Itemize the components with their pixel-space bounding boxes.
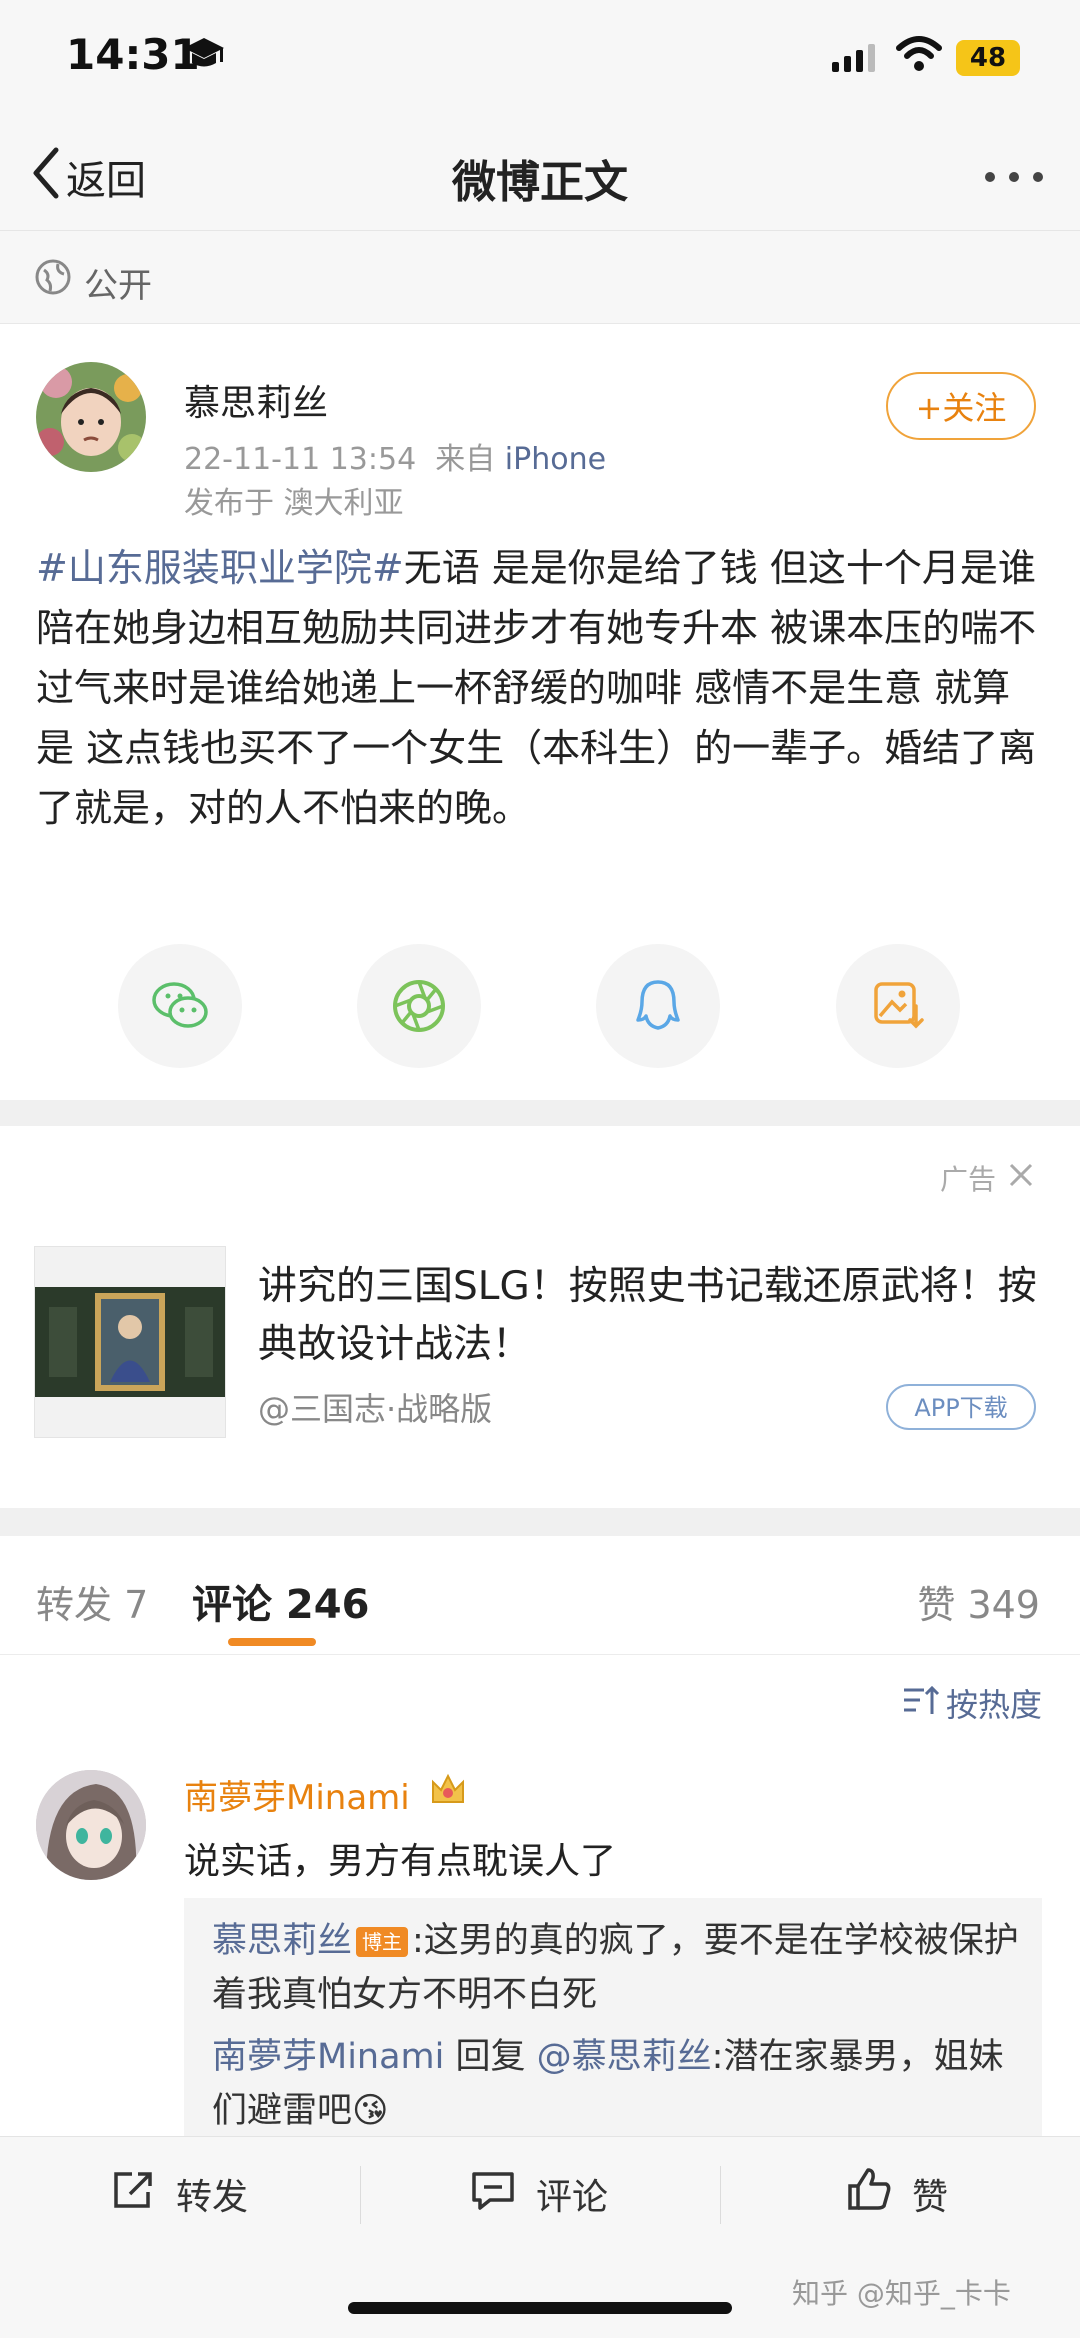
section-divider <box>0 1508 1080 1536</box>
hashtag-link[interactable]: #山东服装职业学院# <box>36 546 404 590</box>
save-image-button[interactable] <box>836 944 960 1068</box>
home-indicator[interactable] <box>348 2302 732 2314</box>
author-avatar[interactable] <box>36 362 146 472</box>
tab-comment[interactable]: 评论 246 <box>192 1572 369 1630</box>
share-qq-button[interactable] <box>596 944 720 1068</box>
reply-author[interactable]: 南夢芽Minami <box>212 2037 444 2077</box>
reply-author[interactable]: 慕思莉丝 <box>212 1921 352 1961</box>
sort-by-hot-button[interactable]: 按热度 <box>946 1680 1042 1726</box>
page-title: 微博正文 <box>452 157 628 208</box>
thumbs-up-icon[interactable] <box>846 2166 892 2216</box>
section-divider <box>0 1100 1080 1126</box>
wifi-icon <box>896 36 942 76</box>
globe-icon <box>34 258 72 300</box>
tabs-divider <box>0 1654 1080 1655</box>
bar-divider <box>360 2166 361 2224</box>
ad-title[interactable]: 讲究的三国SLG！按照史书记载还原武将！按典故设计战法！ <box>258 1258 1048 1374</box>
ad-thumbnail[interactable] <box>34 1246 226 1438</box>
graduation-cap-icon <box>182 36 226 76</box>
commenter-avatar[interactable] <box>36 1770 146 1880</box>
status-time: 14:31 <box>66 30 200 79</box>
visibility-label: 公开 <box>84 266 152 306</box>
share-wechat-button[interactable] <box>118 944 242 1068</box>
source-prefix: 来自 <box>435 442 496 477</box>
comment-text: 说实话，男方有点耽误人了 <box>184 1841 617 1882</box>
save-image-icon <box>874 982 924 1029</box>
reply-item: 慕思莉丝 博主:这男的真的疯了，要不是在学校被保护着我真怕女方不明不白死 <box>212 1914 1028 2022</box>
blogger-badge: 博主 <box>356 1927 409 1957</box>
cellular-signal-icon <box>832 44 880 76</box>
comment-button[interactable]: 评论 <box>536 2168 608 2220</box>
bar-divider <box>720 2166 721 2224</box>
sort-icon[interactable] <box>902 1684 940 1722</box>
reply-item: 南夢芽Minami 回复 @慕思莉丝:潜在家暴男，姐妹们避雷吧😘 <box>212 2030 1028 2138</box>
commenter-name[interactable]: 南夢芽Minami <box>184 1770 410 1819</box>
close-icon[interactable] <box>1008 1162 1034 1192</box>
author-name[interactable]: 慕思莉丝 <box>184 374 328 426</box>
reply-mention[interactable]: @慕思莉丝 <box>537 2037 712 2077</box>
comment-icon[interactable] <box>470 2170 516 2216</box>
post-body: #山东服装职业学院#无语 是是你是给了钱 但这十个月是谁陪在她身边相互勉励共同进… <box>36 538 1046 838</box>
ad-source: @三国志·战略版 <box>258 1390 493 1428</box>
battery-indicator: 48 <box>956 40 1020 76</box>
app-download-button[interactable]: APP下载 <box>886 1384 1036 1430</box>
more-icon[interactable] <box>984 168 1044 187</box>
visibility-row <box>0 231 1080 324</box>
share-moments-button[interactable] <box>357 944 481 1068</box>
repost-button[interactable]: 转发 <box>176 2168 248 2220</box>
post-source[interactable]: iPhone <box>505 442 606 477</box>
wechat-icon <box>152 982 208 1028</box>
follow-button[interactable]: +关注 <box>886 372 1036 440</box>
post-meta: 22-11-11 13:54 来自 iPhone <box>184 434 606 478</box>
post-timestamp: 22-11-11 13:54 <box>184 442 417 477</box>
reply-connector: 回复 <box>444 2037 537 2077</box>
repost-icon[interactable] <box>110 2168 156 2216</box>
tab-like[interactable]: 赞 349 <box>917 1574 1040 1629</box>
member-crown-icon <box>430 1772 466 1810</box>
tab-repost[interactable]: 转发 7 <box>36 1574 148 1629</box>
active-tab-indicator <box>228 1638 316 1646</box>
ad-label: 广告 <box>940 1163 997 1196</box>
like-button[interactable]: 赞 <box>912 2168 948 2220</box>
post-location: 发布于 澳大利亚 <box>184 486 404 521</box>
moments-icon <box>393 980 445 1032</box>
watermark: 知乎 @知乎_卡卡 <box>792 2277 1011 2310</box>
qq-icon <box>636 980 680 1030</box>
